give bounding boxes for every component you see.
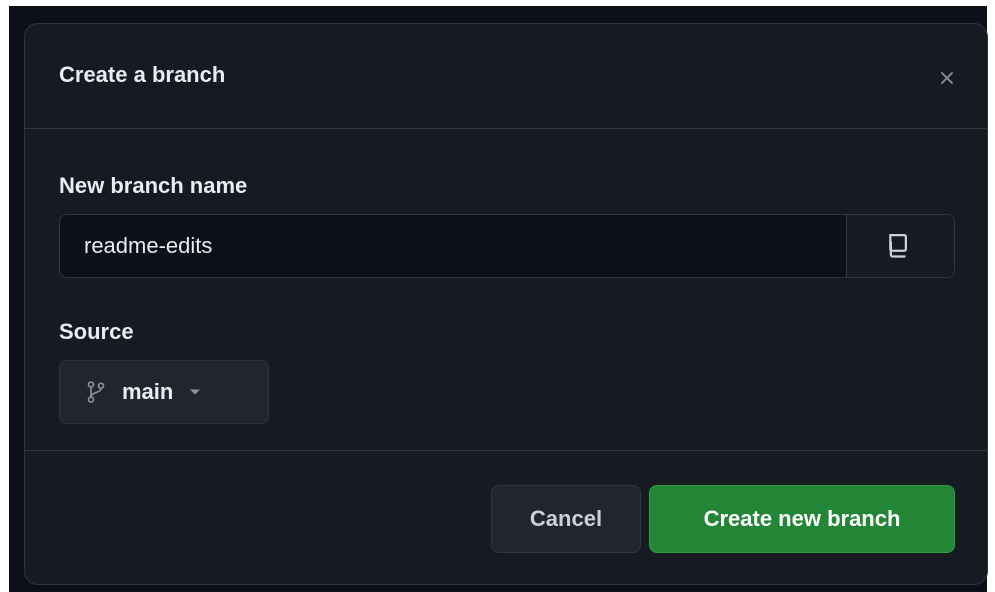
triangle-down-icon	[190, 389, 201, 395]
copy-button[interactable]	[846, 215, 954, 277]
branch-name-label: New branch name	[59, 173, 248, 198]
copy-icon	[888, 234, 907, 258]
branch-name-field-group	[59, 214, 955, 278]
dialog-title: Create a branch	[59, 62, 226, 87]
source-branch-label: main	[122, 379, 174, 404]
close-button[interactable]	[933, 64, 961, 92]
close-icon	[941, 72, 953, 84]
cancel-button[interactable]: Cancel	[491, 485, 641, 553]
dialog-body: New branch name Source main	[25, 129, 987, 451]
branch-name-input[interactable]	[60, 215, 846, 277]
source-branch-select[interactable]: main	[59, 360, 269, 424]
dialog-footer: Cancel Create new branch	[25, 451, 987, 584]
create-branch-dialog: Create a branch New branch name Source	[24, 23, 988, 585]
git-branch-icon	[87, 381, 105, 403]
create-branch-button[interactable]: Create new branch	[649, 485, 955, 553]
source-label: Source	[59, 319, 134, 344]
dialog-header: Create a branch	[25, 24, 987, 129]
